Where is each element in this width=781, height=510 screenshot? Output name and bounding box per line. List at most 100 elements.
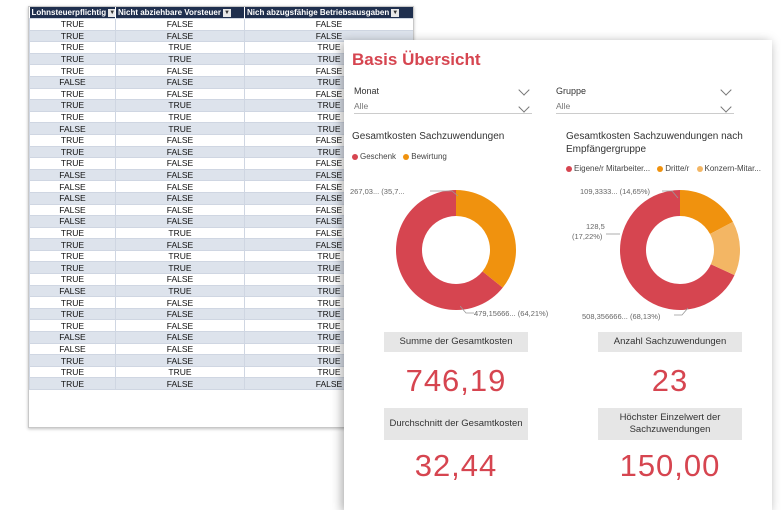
table-cell[interactable]: FALSE — [115, 75, 245, 89]
table-cell[interactable]: FALSE — [115, 307, 245, 321]
table-cell[interactable]: FALSE — [29, 122, 116, 135]
kpi-avg-label: Durchschnitt der Gesamtkosten — [384, 408, 528, 440]
table-cell[interactable]: TRUE — [29, 296, 116, 309]
column-header-vorsteuer[interactable]: Nicht abziehbare Vorsteuer ▼ — [115, 7, 245, 19]
table-cell[interactable]: TRUE — [115, 52, 245, 66]
table-cell[interactable]: FALSE — [29, 342, 116, 356]
table-cell[interactable]: TRUE — [29, 157, 116, 170]
table-cell[interactable]: TRUE — [29, 273, 116, 286]
table-cell[interactable]: FALSE — [115, 64, 245, 77]
legend-item-geschenk[interactable]: Geschenk — [352, 152, 396, 161]
table-cell[interactable]: TRUE — [115, 365, 245, 379]
table-cell[interactable]: TRUE — [29, 249, 116, 263]
table-cell[interactable]: FALSE — [29, 180, 116, 193]
table-cell[interactable]: FALSE — [29, 284, 116, 298]
leader-line — [460, 306, 474, 314]
leader-line — [430, 190, 459, 197]
table-cell[interactable]: FALSE — [115, 168, 245, 182]
group-slicer[interactable]: Gruppe Alle — [556, 84, 734, 114]
table-cell[interactable]: TRUE — [115, 122, 245, 135]
table-cell[interactable]: TRUE — [29, 64, 116, 77]
table-cell[interactable]: TRUE — [29, 52, 116, 66]
table-cell[interactable]: TRUE — [29, 41, 116, 54]
chart2-donut[interactable] — [618, 188, 742, 312]
legend-item-bewirtung[interactable]: Bewirtung — [403, 152, 447, 161]
table-cell[interactable]: TRUE — [29, 354, 116, 367]
table-cell[interactable]: FALSE — [115, 87, 245, 101]
table-cell[interactable]: TRUE — [29, 238, 116, 251]
table-cell[interactable]: FALSE — [115, 238, 245, 251]
table-cell[interactable]: FALSE — [115, 133, 245, 147]
column-header-label: Nich abzugsfähige Betriebsausgaben — [247, 8, 390, 17]
table-cell[interactable]: TRUE — [29, 365, 116, 379]
table-cell[interactable]: FALSE — [29, 215, 116, 228]
table-cell[interactable]: TRUE — [29, 307, 116, 321]
table-cell[interactable]: FALSE — [115, 354, 245, 367]
table-cell[interactable]: FALSE — [29, 203, 116, 217]
month-slicer[interactable]: Monat Alle — [354, 84, 532, 114]
table-cell[interactable]: FALSE — [115, 215, 245, 228]
legend-dot-icon — [657, 165, 664, 172]
table-cell[interactable]: FALSE — [115, 145, 245, 159]
filter-dropdown-icon[interactable]: ▼ — [223, 8, 231, 17]
table-cell[interactable]: TRUE — [29, 110, 116, 124]
table-cell[interactable]: FALSE — [115, 342, 245, 356]
column-header-betriebsausgaben[interactable]: Nich abzugsfähige Betriebsausgaben ▼ — [244, 7, 413, 19]
table-cell[interactable]: FALSE — [115, 331, 245, 344]
table-cell[interactable]: TRUE — [115, 41, 245, 54]
leader-line — [674, 307, 689, 316]
table-cell[interactable]: TRUE — [29, 261, 116, 275]
legend-item-dritte[interactable]: Dritte/r — [657, 164, 689, 173]
table-cell[interactable]: TRUE — [29, 87, 116, 101]
table-cell[interactable]: TRUE — [29, 226, 116, 240]
table-cell[interactable]: TRUE — [115, 284, 245, 298]
chart2-label-dritte-value: 128,5 — [586, 222, 605, 231]
chart1-title: Gesamtkosten Sachzuwendungen — [352, 131, 505, 142]
table-cell[interactable]: FALSE — [115, 29, 245, 43]
table-cell[interactable]: TRUE — [115, 261, 245, 275]
table-cell[interactable]: TRUE — [29, 99, 116, 112]
kpi-max-label: Höchster Einzelwert der Sachzuwendungen — [598, 408, 742, 440]
table-cell[interactable]: FALSE — [115, 296, 245, 309]
table-cell[interactable]: FALSE — [29, 191, 116, 205]
table-cell[interactable]: FALSE — [29, 168, 116, 182]
group-slicer-value[interactable]: Alle — [556, 101, 734, 114]
table-cell[interactable]: FALSE — [115, 273, 245, 286]
donut-slice-bewirtung[interactable] — [456, 190, 516, 288]
column-header-lohnsteuerpflichtig[interactable]: Lohnsteuerpflichtig ▼ — [29, 7, 116, 19]
legend-item-konzern-mitarbeiter[interactable]: Konzern-Mitar... — [696, 164, 761, 173]
table-cell[interactable]: FALSE — [115, 203, 245, 217]
table-cell[interactable]: TRUE — [115, 226, 245, 240]
table-cell[interactable]: FALSE — [29, 331, 116, 344]
table-cell[interactable]: TRUE — [29, 377, 116, 390]
column-header-label: Lohnsteuerpflichtig — [31, 8, 107, 17]
leader-line — [606, 233, 620, 235]
table-cell[interactable]: FALSE — [115, 191, 245, 205]
legend-item-eigene-mitarbeiter[interactable]: Eigene/r Mitarbeiter... — [566, 164, 650, 173]
kpi-count-value: 23 — [651, 363, 689, 398]
table-cell[interactable]: TRUE — [29, 18, 116, 31]
table-cell[interactable]: FALSE — [115, 377, 245, 390]
table-cell[interactable]: TRUE — [29, 319, 116, 333]
table-cell[interactable]: TRUE — [29, 145, 116, 159]
month-slicer-label: Monat — [354, 86, 380, 96]
table-cell[interactable]: TRUE — [115, 99, 245, 112]
column-header-label: Nicht abziehbare Vorsteuer — [118, 8, 221, 17]
table-cell[interactable]: TRUE — [115, 249, 245, 263]
table-cell[interactable]: FALSE — [115, 319, 245, 333]
table-cell[interactable]: TRUE — [29, 29, 116, 43]
filter-dropdown-icon[interactable]: ▼ — [108, 8, 115, 17]
table-cell[interactable]: FALSE — [29, 75, 116, 89]
table-cell[interactable]: FALSE — [115, 180, 245, 193]
table-cell[interactable]: TRUE — [115, 110, 245, 124]
month-slicer-value[interactable]: Alle — [354, 101, 532, 114]
table-cell[interactable]: TRUE — [29, 133, 116, 147]
chart2-legend: Eigene/r Mitarbeiter... Dritte/r Konzern… — [566, 164, 766, 173]
chart2-label-konzern: 109,3333... (14,65%) — [580, 187, 651, 196]
table-cell[interactable]: FALSE — [244, 18, 413, 31]
chart1-donut[interactable] — [394, 188, 518, 312]
table-cell[interactable]: FALSE — [115, 157, 245, 170]
filter-dropdown-icon[interactable]: ▼ — [391, 8, 400, 17]
table-cell[interactable]: FALSE — [115, 18, 245, 31]
legend-label: Bewirtung — [411, 152, 447, 161]
